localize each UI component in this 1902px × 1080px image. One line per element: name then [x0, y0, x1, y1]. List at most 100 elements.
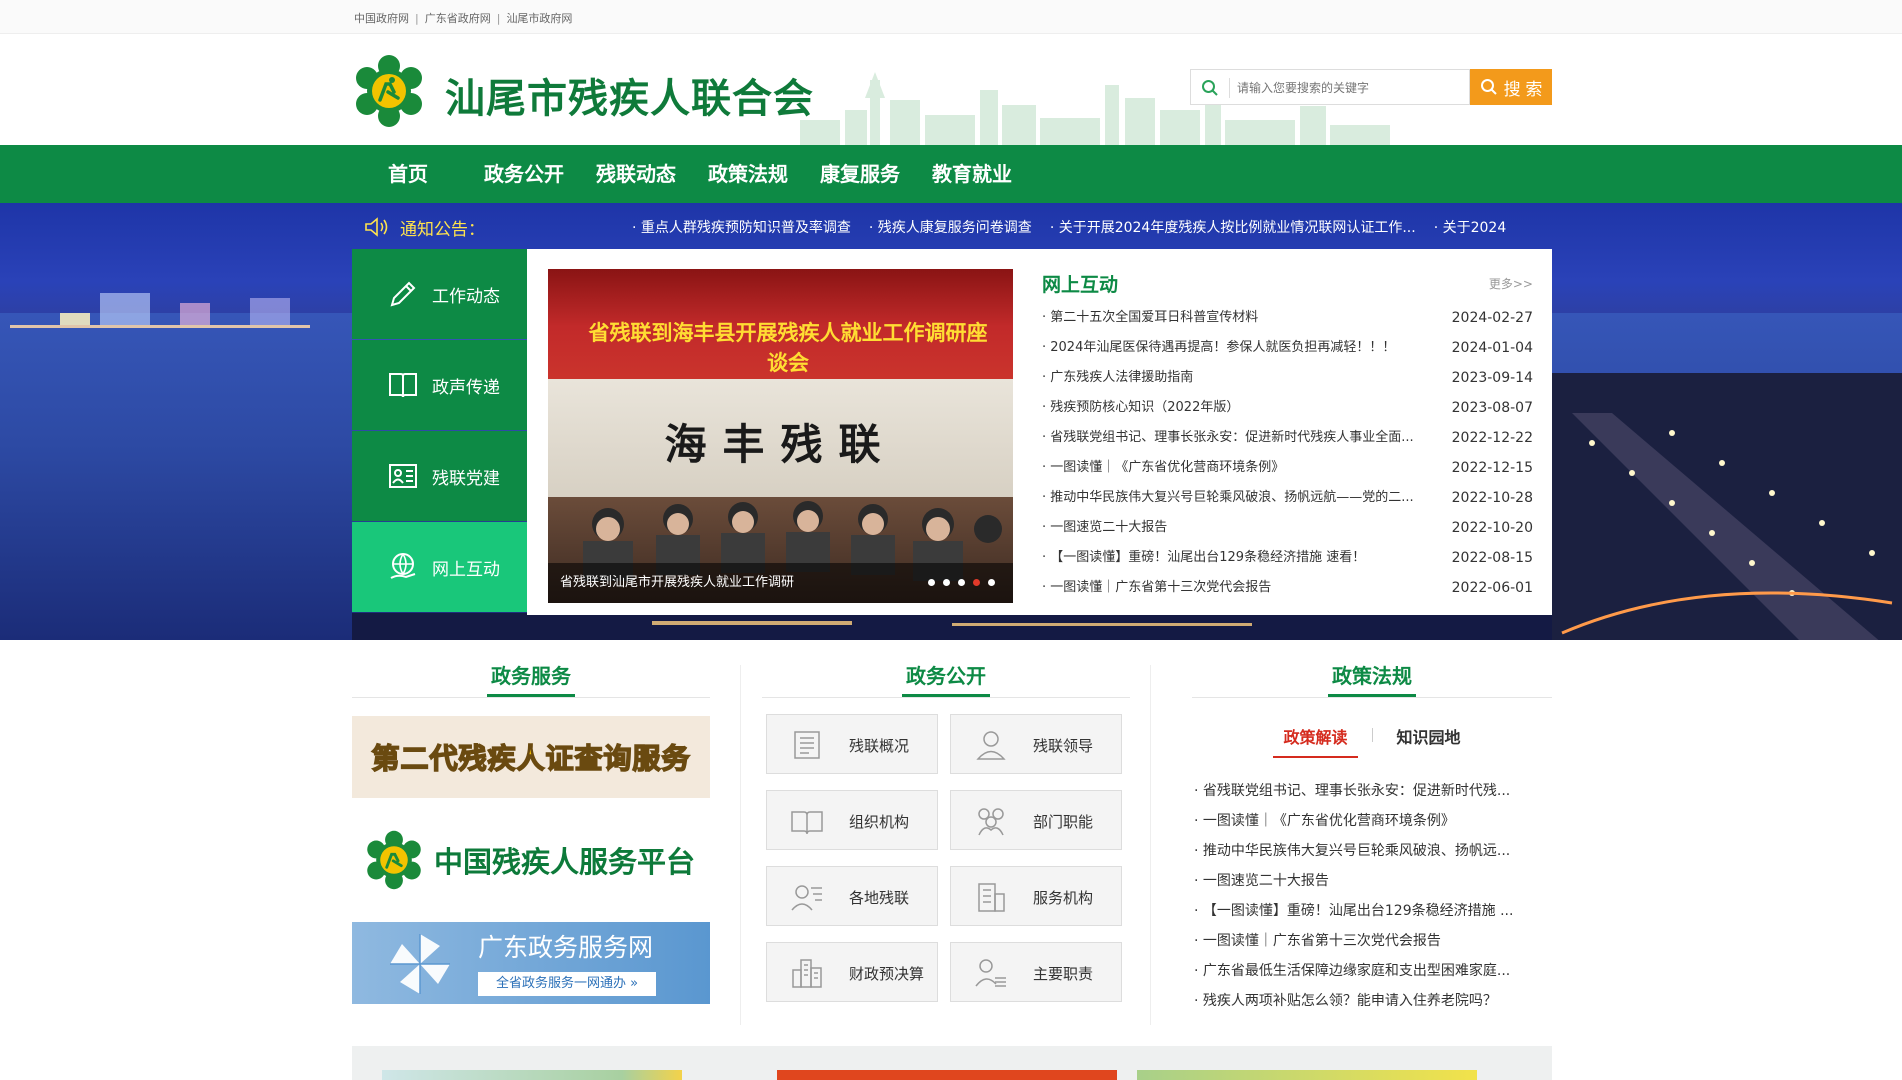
gov-affairs-service-agencies-button[interactable]: 服务机构	[950, 866, 1122, 926]
news-item-date: 2022-08-15	[1451, 550, 1533, 566]
bottom-banner-thumb[interactable]	[1137, 1070, 1477, 1080]
side-tab-label: 政声传递	[432, 377, 500, 398]
gov-affairs-organization-button[interactable]: 组织机构	[766, 790, 938, 850]
bottom-banner-thumb[interactable]	[382, 1070, 682, 1080]
nav-item-rehab[interactable]: 康复服务	[804, 145, 916, 203]
news-list-panel: 网上互动 更多>> · 第二十五次全国爱耳日科普宣传材料 2024-02-27 ·…	[1035, 267, 1545, 603]
notice-item[interactable]: · 残疾人康复服务问卷调查	[869, 220, 1032, 236]
slide-banner-text: 省残联到海丰县开展残疾人就业工作调研座谈会	[588, 320, 988, 375]
button-label: 残联领导	[1033, 737, 1094, 755]
section-heading: 政务公开	[762, 660, 1130, 698]
nav-item-gov-affairs[interactable]: 政务公开	[468, 145, 580, 203]
open-book-icon	[791, 811, 823, 835]
nav-item-policy[interactable]: 政策法规	[692, 145, 804, 203]
notice-item[interactable]: · 关于开展2024年度残疾人按比例就业情况联网认证工作...	[1050, 220, 1416, 236]
list-item[interactable]: · 【一图读懂】重磅！汕尾出台129条稳经济措施 速看！ 2022-08-15	[1035, 543, 1545, 573]
notice-label: 通知公告：	[400, 220, 485, 240]
list-item[interactable]: · 一图读懂｜广东省第十三次党代会报告 2022-06-01	[1035, 573, 1545, 603]
notice-item[interactable]: · 重点人群残疾预防知识普及率调查	[632, 220, 851, 236]
carousel-dot[interactable]	[988, 579, 995, 586]
carousel-dot[interactable]	[958, 579, 965, 586]
list-item[interactable]: · 一图读懂｜《广东省优化营商环境条例》	[1192, 806, 1552, 836]
side-tab-policy-voice[interactable]: 政声传递	[352, 340, 527, 430]
policy-list: · 省残联党组书记、理事长张永安：促进新时代残... · 一图读懂｜《广东省优化…	[1192, 776, 1552, 1016]
carousel-dot[interactable]	[943, 579, 950, 586]
building-icon	[978, 883, 1005, 912]
banner-title: 广东政务服务网	[478, 933, 654, 962]
list-item[interactable]: · 推动中华民族伟大复兴号巨轮乘风破浪、扬帆远航——党的二... 2022-10-…	[1035, 483, 1545, 513]
image-carousel[interactable]: 省残联到海丰县开展残疾人就业工作调研座谈会 海丰残联 省残联到汕尾市开展残疾人就…	[548, 269, 1013, 603]
gov-affairs-local-branches-button[interactable]: 各地残联	[766, 866, 938, 926]
news-item-date: 2022-12-15	[1451, 460, 1533, 476]
gov-affairs-budget-button[interactable]: 财政预决算	[766, 942, 938, 1002]
list-item[interactable]: · 第二十五次全国爱耳日科普宣传材料 2024-02-27	[1035, 303, 1545, 333]
notice-item[interactable]: · 关于2024	[1434, 220, 1507, 236]
more-link[interactable]: 更多>>	[1489, 275, 1533, 292]
news-item-title: · 第二十五次全国爱耳日科普宣传材料	[1042, 310, 1259, 325]
nav-item-education[interactable]: 教育就业	[916, 145, 1028, 203]
side-tab-menu: 工作动态 政声传递 残联党建 网上互动	[352, 249, 527, 615]
side-tab-work-news[interactable]: 工作动态	[352, 249, 527, 339]
button-label: 残联概况	[849, 737, 910, 755]
tab-policy-interpretation[interactable]: 政策解读	[1273, 724, 1358, 758]
list-item[interactable]: · 广东残疾人法律援助指南 2023-09-14	[1035, 363, 1545, 393]
policy-tabs: 政策解读 知识园地	[1192, 724, 1552, 758]
carousel-dots	[928, 579, 995, 586]
slide-wall-text: 海丰残联	[664, 420, 897, 469]
disability-card-query-banner[interactable]: 第二代残疾人证查询服务	[352, 716, 710, 798]
side-tab-party[interactable]: 残联党建	[352, 431, 527, 521]
list-item[interactable]: · 【一图读懂】重磅！汕尾出台129条稳经济措施 ...	[1192, 896, 1552, 926]
list-item[interactable]: · 一图读懂｜《广东省优化营商环境条例》 2022-12-15	[1035, 453, 1545, 483]
list-item[interactable]: · 省残联党组书记、理事长张永安：促进新时代残疾人事业全面... 2022-12-…	[1035, 423, 1545, 453]
nav-item-news[interactable]: 残联动态	[580, 145, 692, 203]
button-label: 财政预决算	[849, 965, 925, 983]
list-item[interactable]: · 一图速览二十大报告 2022-10-20	[1035, 513, 1545, 543]
list-item[interactable]: · 省残联党组书记、理事长张永安：促进新时代残...	[1192, 776, 1552, 806]
gov-affairs-leaders-button[interactable]: 残联领导	[950, 714, 1122, 774]
document-icon	[794, 731, 820, 759]
news-item-title: · 广东残疾人法律援助指南	[1042, 370, 1194, 385]
news-item-date: 2022-12-22	[1451, 430, 1533, 446]
search-box	[1190, 69, 1470, 105]
list-item[interactable]: · 推动中华民族伟大复兴号巨轮乘风破浪、扬帆远...	[1192, 836, 1552, 866]
bottom-banner-thumb[interactable]	[777, 1070, 1117, 1080]
list-item[interactable]: · 一图速览二十大报告	[1192, 866, 1552, 896]
button-label: 组织机构	[849, 813, 910, 831]
list-item[interactable]: · 广东省最低生活保障边缘家庭和支出型困难家庭...	[1192, 956, 1552, 986]
cdpf-logo[interactable]	[352, 54, 426, 128]
list-item[interactable]: · 2024年汕尾医保待遇再提高！参保人就医负担再减轻！！！ 2024-01-04	[1035, 333, 1545, 363]
hero-banner: 通知公告： · 重点人群残疾预防知识普及率调查 · 残疾人康复服务问卷调查 · 关于…	[0, 203, 1902, 640]
china-disabled-service-platform-banner[interactable]: 中国残疾人服务平台	[352, 820, 710, 900]
list-item[interactable]: · 残疾预防核心知识（2022年版） 2023-08-07	[1035, 393, 1545, 423]
city-lights-decoration	[10, 293, 310, 328]
gov-affairs-responsibilities-button[interactable]: 主要职责	[950, 942, 1122, 1002]
search-button-label: 搜 索	[1503, 79, 1543, 99]
search-button[interactable]: 搜 索	[1470, 69, 1552, 105]
list-item[interactable]: · 一图读懂｜广东省第十三次党代会报告	[1192, 926, 1552, 956]
side-tab-label: 工作动态	[432, 286, 500, 307]
carousel-dot-active[interactable]	[973, 579, 980, 586]
button-label: 服务机构	[1033, 889, 1094, 907]
tab-knowledge[interactable]: 知识园地	[1387, 724, 1471, 756]
carousel-dot[interactable]	[928, 579, 935, 586]
road-lights-decoration	[1552, 373, 1902, 640]
link-gd-gov[interactable]: 广东省政府网	[425, 12, 491, 25]
search-input[interactable]	[1237, 76, 1465, 100]
content-panel: 省残联到海丰县开展残疾人就业工作调研座谈会 海丰残联 省残联到汕尾市开展残疾人就…	[527, 249, 1552, 615]
gov-affairs-overview-button[interactable]: 残联概况	[766, 714, 938, 774]
tab-separator	[1371, 728, 1373, 742]
link-gov-cn[interactable]: 中国政府网	[354, 12, 409, 25]
section-heading: 政务服务	[352, 660, 710, 698]
side-tab-online-interaction[interactable]: 网上互动	[352, 522, 527, 612]
nav-item-home[interactable]: 首页	[352, 145, 468, 203]
list-item[interactable]: · 残疾人两项补贴怎么领？能申请入住养老院吗？	[1192, 986, 1552, 1016]
link-sw-gov[interactable]: 汕尾市政府网	[506, 12, 572, 25]
guangdong-gov-service-banner[interactable]: 广东政务服务网 全省政务服务一网通办 »	[352, 922, 710, 1004]
notice-bar: 通知公告： · 重点人群残疾预防知识普及率调查 · 残疾人康复服务问卷调查 · 关于…	[352, 213, 1552, 240]
gov-affairs-functions-button[interactable]: 部门职能	[950, 790, 1122, 850]
news-item-date: 2022-10-20	[1451, 520, 1533, 536]
news-item-title: · 一图速览二十大报告	[1042, 520, 1168, 535]
user-list-icon	[975, 959, 1006, 987]
button-label: 主要职责	[1033, 965, 1094, 983]
top-links: 中国政府网 | 广东省政府网 | 汕尾市政府网	[354, 10, 572, 26]
